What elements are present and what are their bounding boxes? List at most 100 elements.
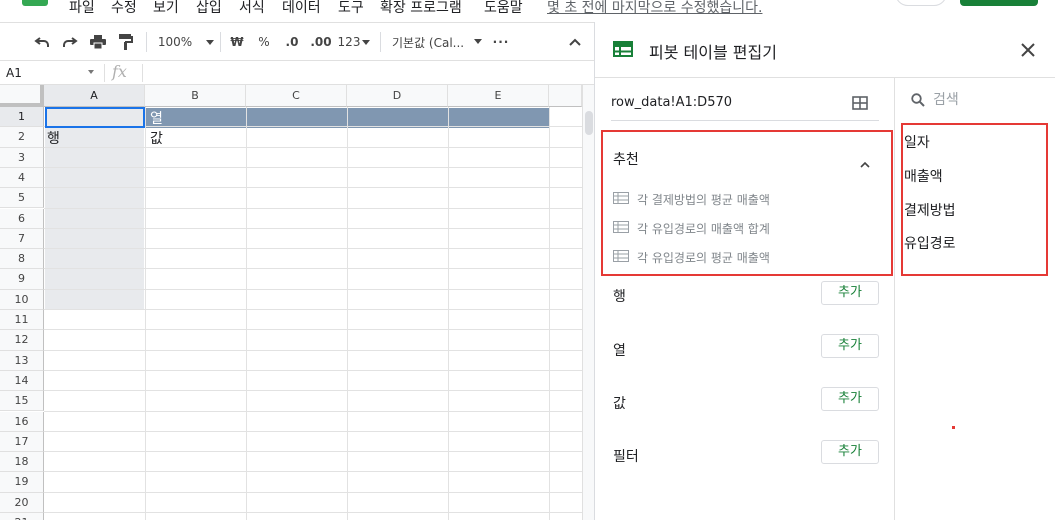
cell-b2[interactable]: 값	[150, 128, 163, 148]
row-gridline	[44, 410, 582, 412]
column-header-c[interactable]: C	[246, 85, 347, 107]
undo-icon[interactable]	[32, 31, 52, 53]
suggested-item[interactable]: 각 유입경로의 평균 매출액	[613, 248, 770, 266]
row-header[interactable]: 15	[0, 391, 44, 412]
pivot-table-icon	[613, 41, 633, 61]
currency-format-button[interactable]: ₩	[228, 31, 246, 53]
add-values-button[interactable]: 추가	[821, 387, 879, 411]
row-header[interactable]: 9	[0, 269, 44, 290]
selected-cell-a1[interactable]	[45, 107, 145, 128]
row-header[interactable]: 10	[0, 289, 44, 310]
annotation-dot	[952, 426, 955, 429]
suggested-title: 추천	[613, 152, 639, 168]
column-gridline	[347, 107, 348, 520]
row-gridline	[44, 471, 582, 473]
field-item[interactable]: 결제방법	[904, 200, 956, 220]
row-header[interactable]: 13	[0, 350, 44, 371]
vertical-scrollbar[interactable]	[582, 85, 594, 520]
row-gridline	[44, 248, 582, 250]
row-gridline	[44, 187, 582, 189]
chevron-down-icon	[206, 39, 215, 45]
row-header[interactable]: 5	[0, 188, 44, 209]
row-header[interactable]: 2	[0, 127, 44, 148]
collapse-toolbar-icon[interactable]	[566, 31, 584, 53]
percent-format-button[interactable]: %	[255, 31, 273, 53]
cell-b1[interactable]: 열	[150, 108, 163, 128]
column-header-b[interactable]: B	[145, 85, 246, 107]
formula-separator	[104, 64, 105, 82]
menu-data[interactable]: 데이터	[282, 0, 321, 17]
suggested-item[interactable]: 각 유입경로의 매출액 합계	[613, 219, 770, 237]
field-search[interactable]: 검색	[895, 78, 1055, 120]
column-header-f[interactable]	[549, 85, 582, 107]
zoom-value: 100%	[157, 35, 193, 49]
menu-tools[interactable]: 도구	[338, 0, 364, 17]
menu-bar: 파일 수정 보기 삽입 서식 데이터 도구 확장 프로그램 도움말 몇 초 전에…	[0, 0, 1055, 22]
row-header[interactable]: 19	[0, 472, 44, 493]
field-item[interactable]: 매출액	[904, 166, 943, 186]
column-header-d[interactable]: D	[347, 85, 448, 107]
number-format-select[interactable]: 123	[337, 31, 371, 53]
menu-insert[interactable]: 삽입	[196, 0, 222, 17]
menu-edit[interactable]: 수정	[111, 0, 137, 17]
paint-format-icon[interactable]	[116, 31, 136, 53]
row-header[interactable]: 21	[0, 513, 44, 520]
filters-section-label: 필터	[613, 449, 639, 465]
row-header[interactable]: 14	[0, 370, 44, 392]
print-icon[interactable]	[88, 31, 108, 53]
column-header-a[interactable]: A	[44, 85, 145, 107]
row-header[interactable]: 4	[0, 167, 44, 189]
field-item[interactable]: 유입경로	[904, 233, 956, 253]
panel-column-divider	[894, 78, 895, 520]
row-gridline	[44, 207, 582, 209]
select-all-corner[interactable]	[0, 85, 44, 107]
add-columns-button[interactable]: 추가	[821, 334, 879, 358]
column-header-e[interactable]: E	[448, 85, 549, 107]
menu-help[interactable]: 도움말	[484, 0, 523, 17]
pivot-editor-header: 피봇 테이블 편집기	[595, 22, 1055, 78]
zoom-select[interactable]: 100%	[156, 31, 216, 53]
sheets-logo-icon[interactable]	[22, 0, 48, 6]
field-item[interactable]: 일자	[904, 132, 930, 152]
decrease-decimal-button[interactable]: .0	[281, 31, 303, 53]
share-button[interactable]	[960, 0, 1038, 6]
spreadsheet-grid[interactable]: A B C D E 1 2 3 4 5 6 7 8 9 10 11 12 13 14 15 16 17 18 19 2…	[0, 85, 582, 520]
row-header[interactable]: 18	[0, 452, 44, 473]
menu-format[interactable]: 서식	[239, 0, 265, 17]
row-gridline	[44, 227, 582, 229]
increase-decimal-button[interactable]: .00	[308, 31, 334, 53]
menu-extensions[interactable]: 확장 프로그램	[380, 0, 462, 17]
row-header[interactable]: 17	[0, 431, 44, 453]
data-range[interactable]: row_data!A1:D570	[611, 95, 732, 110]
menu-view[interactable]: 보기	[153, 0, 179, 17]
row-header[interactable]: 6	[0, 208, 44, 229]
chevron-down-icon	[474, 39, 482, 44]
more-options-icon[interactable]: ···	[492, 31, 510, 53]
menu-file[interactable]: 파일	[69, 0, 95, 17]
suggested-item[interactable]: 각 결제방법의 평균 매출액	[613, 190, 770, 208]
add-rows-button[interactable]: 추가	[821, 281, 879, 305]
chevron-up-icon[interactable]	[860, 153, 870, 172]
last-edit-link[interactable]: 몇 초 전에 마지막으로 수정했습니다.	[547, 0, 762, 17]
row-header[interactable]: 1	[0, 107, 44, 128]
font-select[interactable]: 기본값 (Cal...	[392, 31, 484, 53]
row-header[interactable]: 8	[0, 249, 44, 270]
cell-a2[interactable]: 행	[47, 128, 60, 148]
row-gridline	[44, 451, 582, 453]
close-icon[interactable]	[1019, 41, 1037, 59]
row-header[interactable]: 11	[0, 310, 44, 331]
row-gridline	[44, 369, 582, 371]
select-range-icon[interactable]	[852, 95, 868, 114]
add-filters-button[interactable]: 추가	[821, 440, 879, 464]
name-box[interactable]: A1	[0, 61, 100, 85]
meet-button[interactable]	[895, 0, 947, 6]
redo-icon[interactable]	[60, 31, 80, 53]
row-header[interactable]: 16	[0, 411, 44, 432]
row-header[interactable]: 12	[0, 330, 44, 351]
row-header[interactable]: 7	[0, 228, 44, 250]
scrollbar-thumb[interactable]	[585, 111, 593, 135]
column-gridline	[145, 107, 146, 520]
search-input[interactable]: 검색	[933, 89, 959, 109]
row-header[interactable]: 3	[0, 147, 44, 168]
row-header[interactable]: 20	[0, 492, 44, 513]
